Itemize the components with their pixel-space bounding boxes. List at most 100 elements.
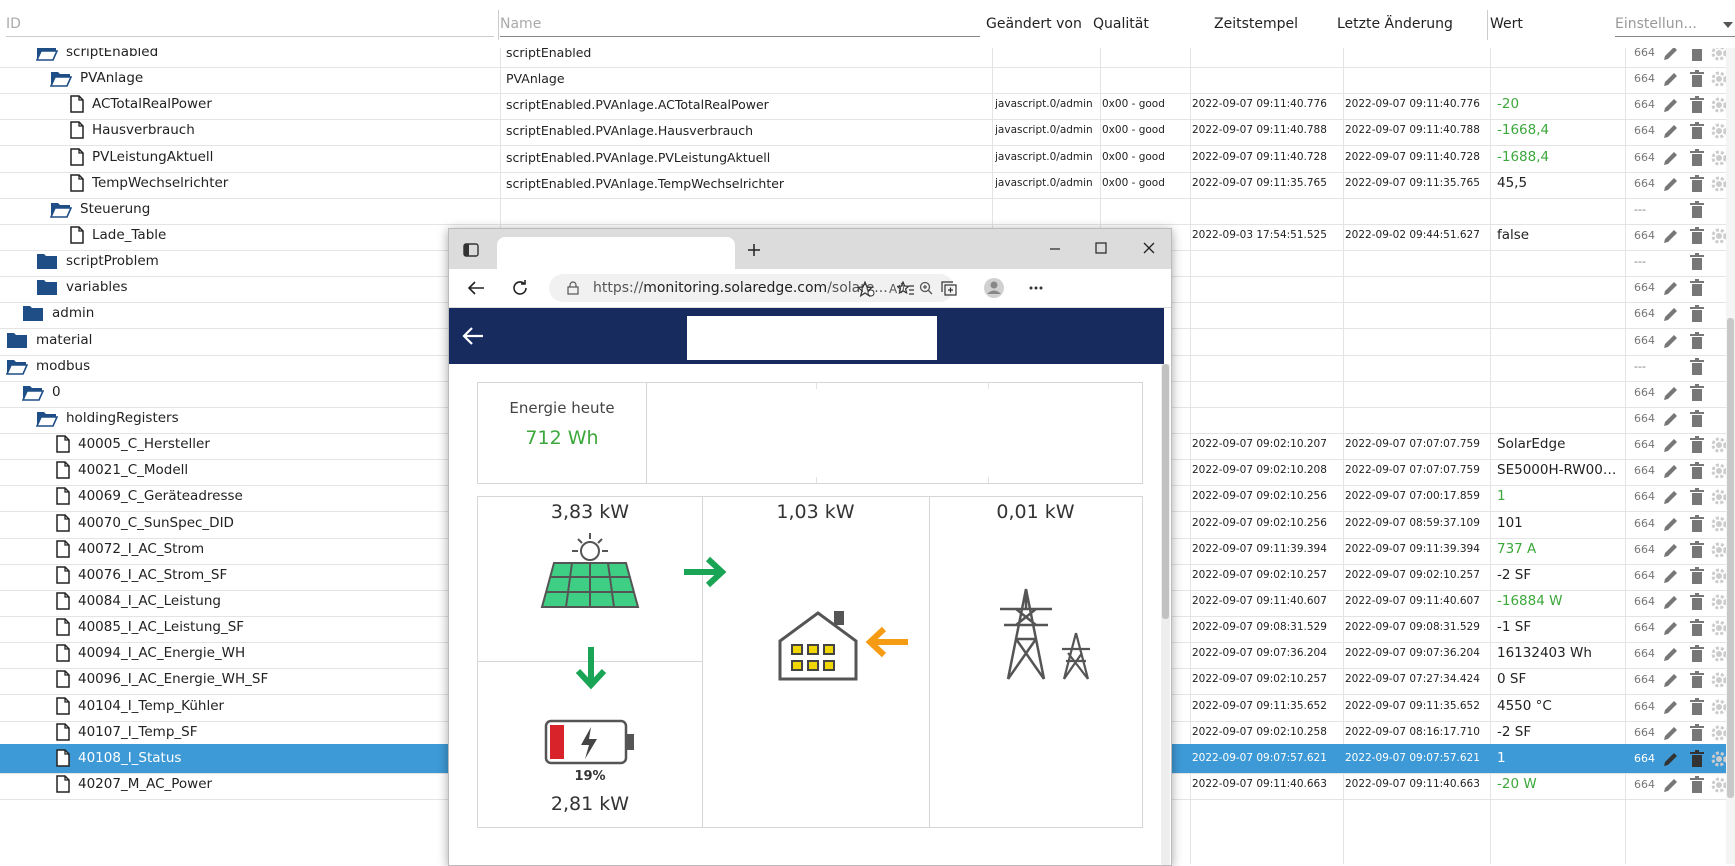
value-cell[interactable] xyxy=(1497,352,1617,381)
delete-icon[interactable] xyxy=(1690,775,1704,798)
col-header-last-change[interactable]: Letzte Änderung xyxy=(1337,16,1453,32)
file-icon[interactable] xyxy=(56,592,70,614)
settings-select[interactable]: Einstellun... xyxy=(1615,16,1735,37)
tree-item-label[interactable]: 0 xyxy=(52,378,490,407)
tree-item-label[interactable]: 40108_I_Status xyxy=(78,744,490,773)
tree-item-label[interactable]: modbus xyxy=(36,352,490,381)
folder-icon[interactable] xyxy=(22,304,44,326)
table-scrollbar-thumb[interactable] xyxy=(1727,318,1734,798)
folder-open-icon[interactable] xyxy=(35,409,59,431)
file-icon[interactable] xyxy=(56,722,70,745)
value-cell[interactable]: -20 W xyxy=(1497,770,1617,799)
back-arrow-icon[interactable] xyxy=(462,326,484,346)
value-cell[interactable] xyxy=(1497,326,1617,355)
edit-icon[interactable] xyxy=(1662,488,1680,510)
edit-icon[interactable] xyxy=(1662,567,1680,589)
folder-open-icon[interactable] xyxy=(35,48,59,65)
edit-icon[interactable] xyxy=(1662,122,1680,144)
value-cell[interactable]: -2 SF xyxy=(1497,561,1617,590)
file-icon[interactable] xyxy=(56,487,70,509)
add-favorite-icon[interactable] xyxy=(857,281,875,297)
value-cell[interactable]: -1668,4 xyxy=(1497,116,1617,145)
tree-item-label[interactable]: 40005_C_Hersteller xyxy=(78,430,490,459)
browser-tab[interactable] xyxy=(497,237,735,269)
delete-icon[interactable] xyxy=(1690,514,1704,537)
col-header-timestamp[interactable]: Zeitstempel xyxy=(1214,16,1298,32)
file-icon[interactable] xyxy=(56,513,70,536)
delete-icon[interactable] xyxy=(1690,305,1704,327)
file-icon[interactable] xyxy=(56,618,70,640)
folder-icon[interactable] xyxy=(36,278,58,300)
table-scrollbar[interactable] xyxy=(1726,48,1735,864)
delete-icon[interactable] xyxy=(1690,749,1704,772)
tree-item-label[interactable]: 40085_I_AC_Leistung_SF xyxy=(78,613,490,642)
file-icon[interactable] xyxy=(70,121,84,143)
delete-icon[interactable] xyxy=(1690,226,1704,249)
col-header-quality[interactable]: Qualität xyxy=(1093,16,1149,32)
col-header-value[interactable]: Wert xyxy=(1490,16,1523,32)
value-cell[interactable]: 16132403 Wh xyxy=(1497,639,1617,668)
delete-icon[interactable] xyxy=(1690,409,1704,432)
value-cell[interactable] xyxy=(1497,273,1617,302)
delete-icon[interactable] xyxy=(1690,697,1704,720)
value-cell[interactable]: -16884 W xyxy=(1497,587,1617,616)
value-cell[interactable]: 0 SF xyxy=(1497,665,1617,694)
edit-icon[interactable] xyxy=(1662,724,1680,746)
edit-icon[interactable] xyxy=(1662,70,1680,92)
value-cell[interactable]: 1 xyxy=(1497,482,1617,511)
column-resize-handle[interactable] xyxy=(498,10,499,40)
delete-icon[interactable] xyxy=(1690,148,1704,171)
tree-item-label[interactable]: 40094_I_AC_Energie_WH xyxy=(78,639,490,668)
profile-avatar-icon[interactable] xyxy=(983,277,1005,299)
delete-icon[interactable] xyxy=(1690,357,1704,380)
file-icon[interactable] xyxy=(70,95,84,117)
delete-icon[interactable] xyxy=(1690,174,1704,197)
tree-item-label[interactable]: 40207_M_AC_Power xyxy=(78,770,490,799)
tree-item-label[interactable]: 40104_I_Temp_Kühler xyxy=(78,692,490,721)
delete-icon[interactable] xyxy=(1690,645,1704,667)
edit-icon[interactable] xyxy=(1662,279,1680,301)
folder-open-icon[interactable] xyxy=(21,383,45,405)
delete-icon[interactable] xyxy=(1690,122,1704,144)
tree-item-label[interactable]: Lade_Table xyxy=(92,221,490,250)
tree-item-label[interactable]: scriptProblem xyxy=(66,247,490,276)
edit-icon[interactable] xyxy=(1662,305,1680,327)
folder-open-icon[interactable] xyxy=(5,357,29,379)
edit-icon[interactable] xyxy=(1662,436,1680,458)
tree-item-label[interactable]: 40107_I_Temp_SF xyxy=(78,718,490,747)
value-cell[interactable] xyxy=(1497,64,1617,93)
file-icon[interactable] xyxy=(56,539,70,562)
file-icon[interactable] xyxy=(56,566,70,588)
close-icon[interactable] xyxy=(1143,242,1155,254)
file-icon[interactable] xyxy=(70,173,84,196)
edit-icon[interactable] xyxy=(1662,149,1680,171)
edit-icon[interactable] xyxy=(1662,698,1680,720)
address-bar[interactable]: https://monitoring.solaredge.com/solare.… xyxy=(549,274,954,302)
delete-icon[interactable] xyxy=(1690,279,1704,301)
file-icon[interactable] xyxy=(70,226,84,248)
maximize-icon[interactable] xyxy=(1095,242,1107,254)
value-cell[interactable]: 1 xyxy=(1497,744,1617,773)
delete-icon[interactable] xyxy=(1690,70,1704,92)
tree-item-label[interactable]: material xyxy=(36,326,490,355)
folder-icon[interactable] xyxy=(36,252,58,274)
delete-icon[interactable] xyxy=(1690,200,1704,223)
edit-icon[interactable] xyxy=(1662,645,1680,667)
file-icon[interactable] xyxy=(70,147,84,170)
edit-icon[interactable] xyxy=(1662,410,1680,432)
value-cell[interactable] xyxy=(1497,299,1617,328)
browser-window[interactable]: https://monitoring.solaredge.com/solare.… xyxy=(448,228,1172,866)
more-icon[interactable] xyxy=(1029,286,1043,290)
value-cell[interactable] xyxy=(1497,247,1617,276)
favorites-icon[interactable] xyxy=(897,281,915,297)
tree-item-label[interactable]: 40076_I_AC_Strom_SF xyxy=(78,561,490,590)
name-filter-input[interactable]: Name xyxy=(500,16,980,37)
value-cell[interactable]: -1688,4 xyxy=(1497,143,1617,172)
column-resize-handle[interactable] xyxy=(1487,10,1488,40)
edit-icon[interactable] xyxy=(1662,750,1680,772)
delete-icon[interactable] xyxy=(1690,436,1704,458)
value-cell[interactable] xyxy=(1497,378,1617,407)
edit-icon[interactable] xyxy=(1662,541,1680,563)
delete-icon[interactable] xyxy=(1690,488,1704,510)
value-cell[interactable]: false xyxy=(1497,221,1617,250)
